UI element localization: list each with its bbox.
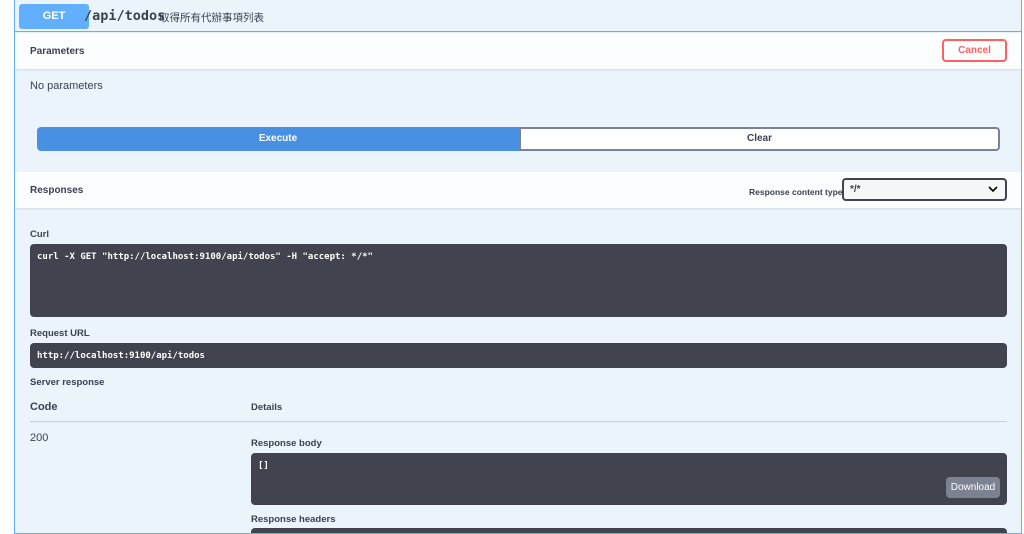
selected-content-type: */* <box>850 184 861 195</box>
download-button[interactable]: Download <box>946 477 1000 498</box>
response-body-content: [] <box>258 461 269 471</box>
response-headers-label: Response headers <box>251 514 336 525</box>
response-body: [] <box>251 453 1007 505</box>
execute-wrapper: Execute Clear <box>37 127 1000 151</box>
response-content-type-label: Response content type <box>749 187 843 197</box>
responses-title: Responses <box>30 185 84 196</box>
operation-summary[interactable]: GET /api/todos 取得所有代辦事項列表 <box>15 0 1021 32</box>
operation-description: 取得所有代辦事項列表 <box>159 12 264 24</box>
chevron-down-icon <box>988 186 998 193</box>
response-code-header: Code <box>30 401 58 413</box>
response-details-header: Details <box>251 402 283 413</box>
operation-block: GET /api/todos 取得所有代辦事項列表 Parameters Can… <box>14 0 1022 534</box>
response-table-divider <box>30 421 1007 422</box>
parameters-header: Parameters Cancel <box>15 33 1021 69</box>
cancel-button[interactable]: Cancel <box>942 39 1007 62</box>
response-status-code: 200 <box>30 432 49 444</box>
no-parameters-text: No parameters <box>30 80 103 92</box>
curl-label: Curl <box>30 229 49 240</box>
request-url-value: http://localhost:9100/api/todos <box>30 343 1007 368</box>
response-content-type-select[interactable]: */* <box>842 178 1007 201</box>
parameters-title: Parameters <box>30 46 85 57</box>
response-body-label: Response body <box>251 438 322 449</box>
clear-button[interactable]: Clear <box>519 127 1000 151</box>
request-url-label: Request URL <box>30 328 90 339</box>
server-response-title: Server response <box>30 377 105 388</box>
response-headers <box>251 528 1007 533</box>
execute-button[interactable]: Execute <box>37 127 519 151</box>
http-method-badge: GET <box>19 4 89 29</box>
responses-header: Responses Response content type */* <box>15 172 1021 208</box>
curl-command: curl -X GET "http://localhost:9100/api/t… <box>30 244 1007 317</box>
operation-path: /api/todos <box>84 8 166 24</box>
